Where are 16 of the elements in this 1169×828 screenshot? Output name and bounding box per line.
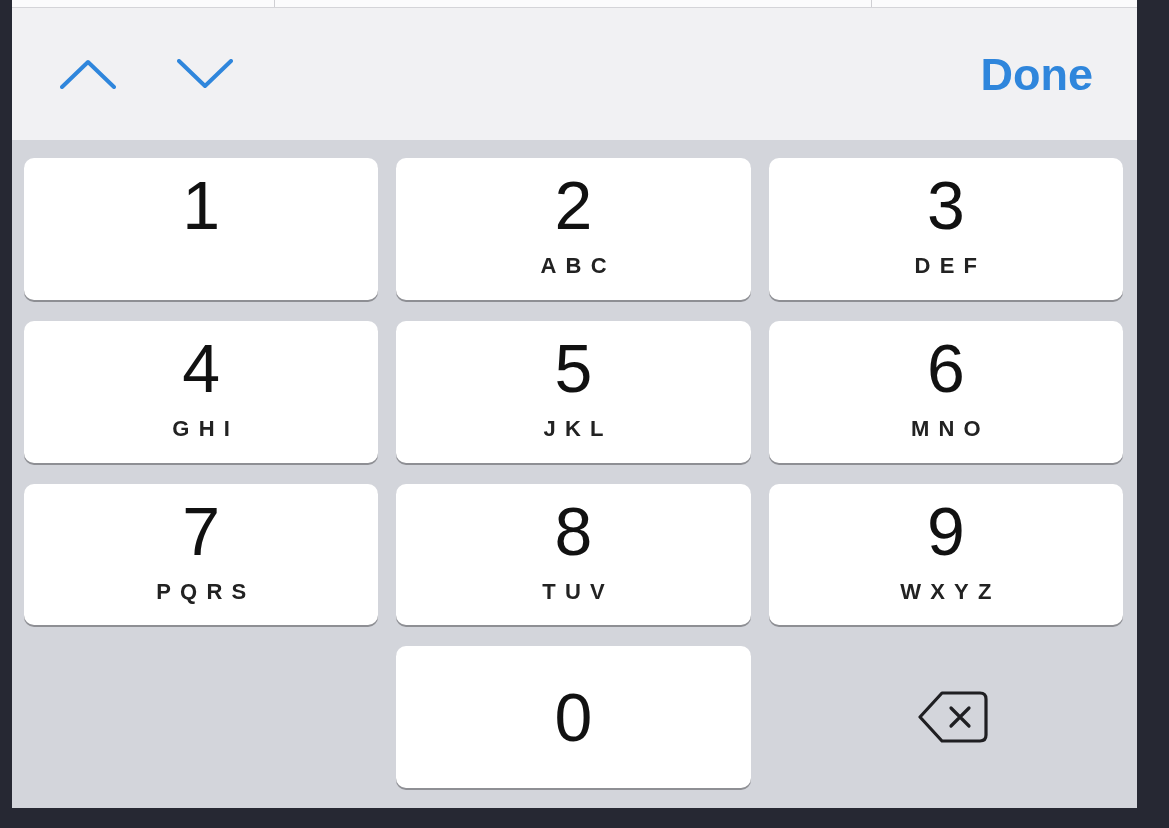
keypad-key[interactable]: 2 ABC [396,158,751,300]
keypad-key[interactable]: 4 GHI [24,320,379,463]
keypad-key[interactable]: 9 WXYZ [768,483,1123,626]
keypad-key[interactable]: 0 [396,646,751,788]
keypad-key[interactable]: 7 PQRS [24,483,379,626]
next-button[interactable] [177,59,233,89]
keypad-key[interactable]: 8 TUV [396,483,751,626]
keypad-key[interactable]: 1 [24,158,379,300]
chevron-down-icon [177,59,233,89]
keypad-key[interactable]: 3 DEF [768,158,1123,300]
chevron-up-icon [60,59,116,89]
backspace-icon [917,691,988,744]
delete-button[interactable] [917,691,988,744]
keypad-key[interactable]: 5 JKL [396,320,751,463]
keypad-key[interactable]: 6 MNO [768,320,1123,463]
previous-button[interactable] [60,59,116,89]
